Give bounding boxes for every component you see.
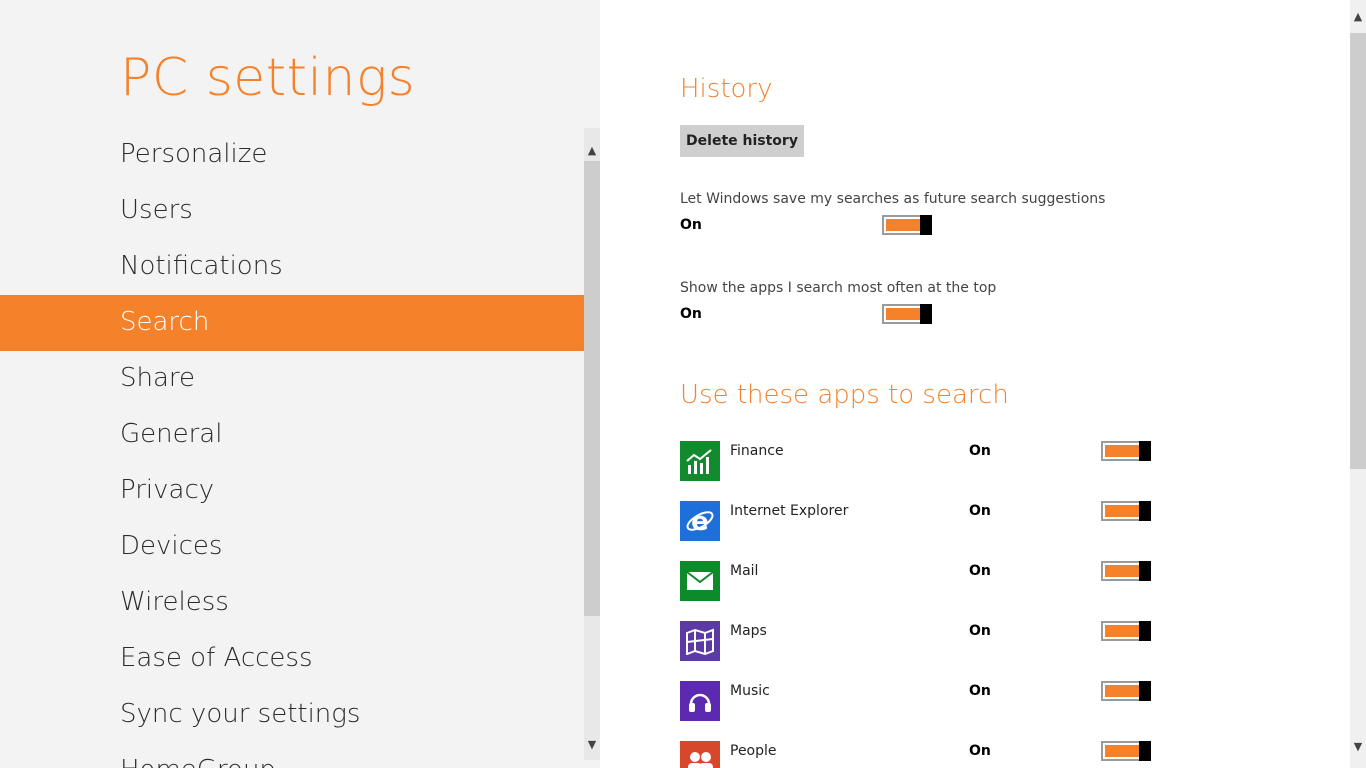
people-search-toggle[interactable] [1101, 741, 1151, 761]
internet-explorer-icon: e [680, 501, 720, 541]
scroll-up-arrow-icon[interactable]: ▲ [584, 140, 600, 162]
music-search-toggle[interactable] [1101, 681, 1151, 701]
nav-scroll-thumb[interactable] [584, 161, 600, 616]
page-title: PC settings [120, 48, 416, 108]
app-row-maps: Maps On [680, 621, 1160, 661]
nav-item-sync-your-settings[interactable]: Sync your settings [0, 687, 584, 743]
app-row-music: Music On [680, 681, 1160, 721]
app-state: On [969, 623, 991, 639]
search-apps-section-title: Use these apps to search [680, 380, 1009, 410]
nav-item-personalize[interactable]: Personalize [0, 127, 584, 183]
maps-icon [680, 621, 720, 661]
nav-item-users[interactable]: Users [0, 183, 584, 239]
nav-item-search[interactable]: Search [0, 295, 584, 351]
maps-search-toggle[interactable] [1101, 621, 1151, 641]
app-row-people: People On [680, 741, 1160, 768]
nav-item-ease-of-access[interactable]: Ease of Access [0, 631, 584, 687]
page-scroll-thumb[interactable] [1350, 33, 1366, 469]
delete-history-button[interactable]: Delete history [680, 125, 804, 157]
nav-item-homegroup[interactable]: HomeGroup [0, 743, 584, 768]
nav-item-notifications[interactable]: Notifications [0, 239, 584, 295]
app-row-finance: Finance On [680, 441, 1160, 481]
scroll-up-arrow-icon[interactable]: ▲ [1350, 6, 1366, 28]
history-section-title: History [680, 74, 773, 104]
app-state: On [969, 443, 991, 459]
nav-item-wireless[interactable]: Wireless [0, 575, 584, 631]
finance-search-toggle[interactable] [1101, 441, 1151, 461]
show-frequent-apps-toggle[interactable] [882, 304, 932, 324]
app-name: Music [730, 683, 770, 699]
nav-item-devices[interactable]: Devices [0, 519, 584, 575]
music-icon [680, 681, 720, 721]
app-name: Maps [730, 623, 767, 639]
mail-icon [680, 561, 720, 601]
search-settings-content: History Delete history Let Windows save … [600, 0, 1350, 768]
app-state: On [969, 563, 991, 579]
left-pane: PC settings Personalize Users Notificati… [0, 0, 600, 768]
app-state: On [969, 743, 991, 759]
nav-item-share[interactable]: Share [0, 351, 584, 407]
internet-explorer-search-toggle[interactable] [1101, 501, 1151, 521]
scroll-down-arrow-icon[interactable]: ▼ [1350, 736, 1366, 758]
save-searches-label: Let Windows save my searches as future s… [680, 191, 1106, 207]
app-state: On [969, 683, 991, 699]
show-frequent-apps-state: On [680, 306, 702, 322]
nav-item-general[interactable]: General [0, 407, 584, 463]
app-row-internet-explorer: e Internet Explorer On [680, 501, 1160, 541]
app-state: On [969, 503, 991, 519]
app-name: People [730, 743, 777, 759]
finance-icon [680, 441, 720, 481]
page-scrollbar[interactable]: ▲ ▼ [1350, 0, 1366, 768]
mail-search-toggle[interactable] [1101, 561, 1151, 581]
app-row-mail: Mail On [680, 561, 1160, 601]
nav-scrollbar[interactable]: ▲ ▼ [584, 128, 600, 760]
save-searches-toggle[interactable] [882, 215, 932, 235]
save-searches-state: On [680, 217, 702, 233]
nav-list: Personalize Users Notifications Search S… [0, 127, 584, 768]
nav-item-privacy[interactable]: Privacy [0, 463, 584, 519]
people-icon [680, 741, 720, 768]
show-frequent-apps-label: Show the apps I search most often at the… [680, 280, 997, 296]
app-name: Internet Explorer [730, 503, 849, 519]
app-name: Mail [730, 563, 759, 579]
app-name: Finance [730, 443, 784, 459]
scroll-down-arrow-icon[interactable]: ▼ [584, 734, 600, 756]
